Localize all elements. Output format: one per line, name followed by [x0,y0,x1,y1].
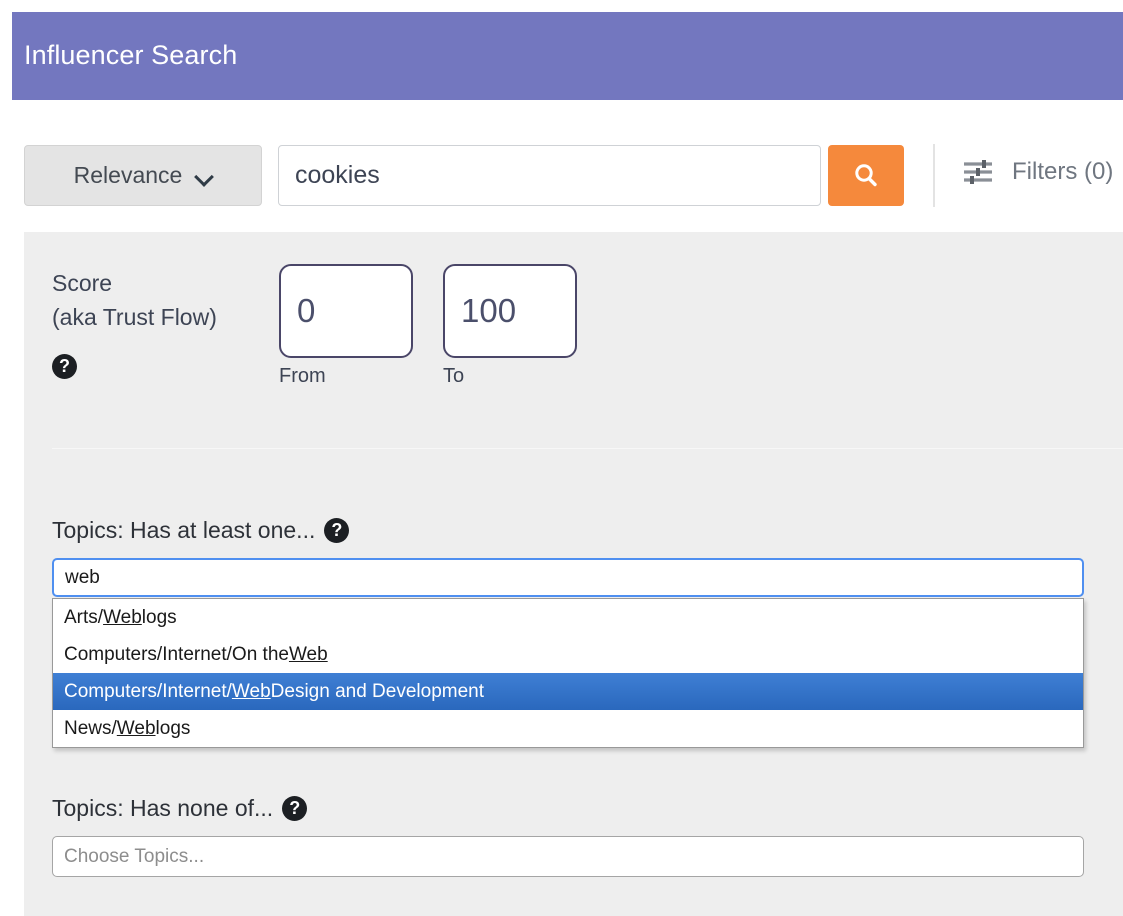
topic-suggestion-item[interactable]: Computers/Internet/Web Design and Develo… [53,673,1083,710]
section-divider [52,448,1123,449]
search-icon [855,163,877,186]
search-input-value: cookies [295,161,380,189]
search-submit-button[interactable] [828,145,904,206]
score-from-caption: From [279,365,326,387]
topics-any-input-value: web [65,566,100,588]
suggestion-suffix: logs [155,717,191,739]
influencer-search-page: Influencer Search Relevance cookies Filt… [0,0,1123,916]
topic-suggestion-item[interactable]: Computers/Internet/On the Web [53,636,1083,673]
topics-any-input[interactable]: web [52,558,1084,597]
suggestion-prefix: Arts/ [64,606,104,628]
topic-suggestion-item[interactable]: News/Web logs [53,710,1083,747]
suggestion-match: Web [288,643,328,665]
suggestion-suffix: logs [141,606,177,628]
suggestion-prefix: Computers/Internet/On the [64,643,289,665]
suggestion-match: Web [231,680,271,702]
topic-suggestion-item[interactable]: Arts/Web logs [53,599,1083,636]
score-from-value: 0 [297,292,316,329]
score-from-input[interactable]: 0 [279,264,413,358]
topics-none-label-group: Topics: Has none of... ? [52,795,308,822]
score-to-input[interactable]: 100 [443,264,577,358]
filters-label: Filters (0) [1012,158,1114,185]
suggestion-suffix: Design and Development [270,680,485,702]
score-to-value: 100 [461,292,517,329]
page-title: Influencer Search [24,40,238,70]
toolbar-divider [933,144,935,207]
app-header: Influencer Search [12,12,1123,100]
filters-toggle[interactable]: Filters (0) [962,158,1113,186]
topics-none-label: Topics: Has none of... [52,795,274,821]
chevron-down-icon [196,168,212,184]
suggestion-match: Web [103,606,142,628]
search-toolbar: Relevance cookies [0,100,1123,232]
help-circle-icon[interactable]: ? [324,518,350,543]
help-circle-icon[interactable]: ? [282,796,308,821]
score-label-line1: Score [52,270,113,296]
score-to-caption: To [443,365,465,387]
topics-none-placeholder: Choose Topics... [64,845,205,867]
suggestion-prefix: News/ [64,717,117,739]
topics-any-label: Topics: Has at least one... [52,517,316,543]
topics-any-label-group: Topics: Has at least one... ? [52,517,350,544]
suggestion-prefix: Computers/Internet/ [64,680,232,702]
topics-none-input[interactable]: Choose Topics... [52,836,1084,877]
search-input[interactable]: cookies [278,145,821,206]
help-circle-icon[interactable]: ? [52,354,77,379]
sort-order-label: Relevance [73,162,183,188]
score-help-wrapper: ? [52,354,77,379]
suggestion-match: Web [116,717,156,739]
filters-panel: Score (aka Trust Flow) ? 0 100 From To T… [24,232,1123,916]
sort-order-dropdown[interactable]: Relevance [24,145,262,206]
sliders-icon [964,160,992,184]
topics-any-suggestions: Arts/Web logs Computers/Internet/On the We… [52,598,1084,748]
score-label: Score (aka Trust Flow) [52,266,217,334]
score-label-line2: (aka Trust Flow) [52,304,217,330]
